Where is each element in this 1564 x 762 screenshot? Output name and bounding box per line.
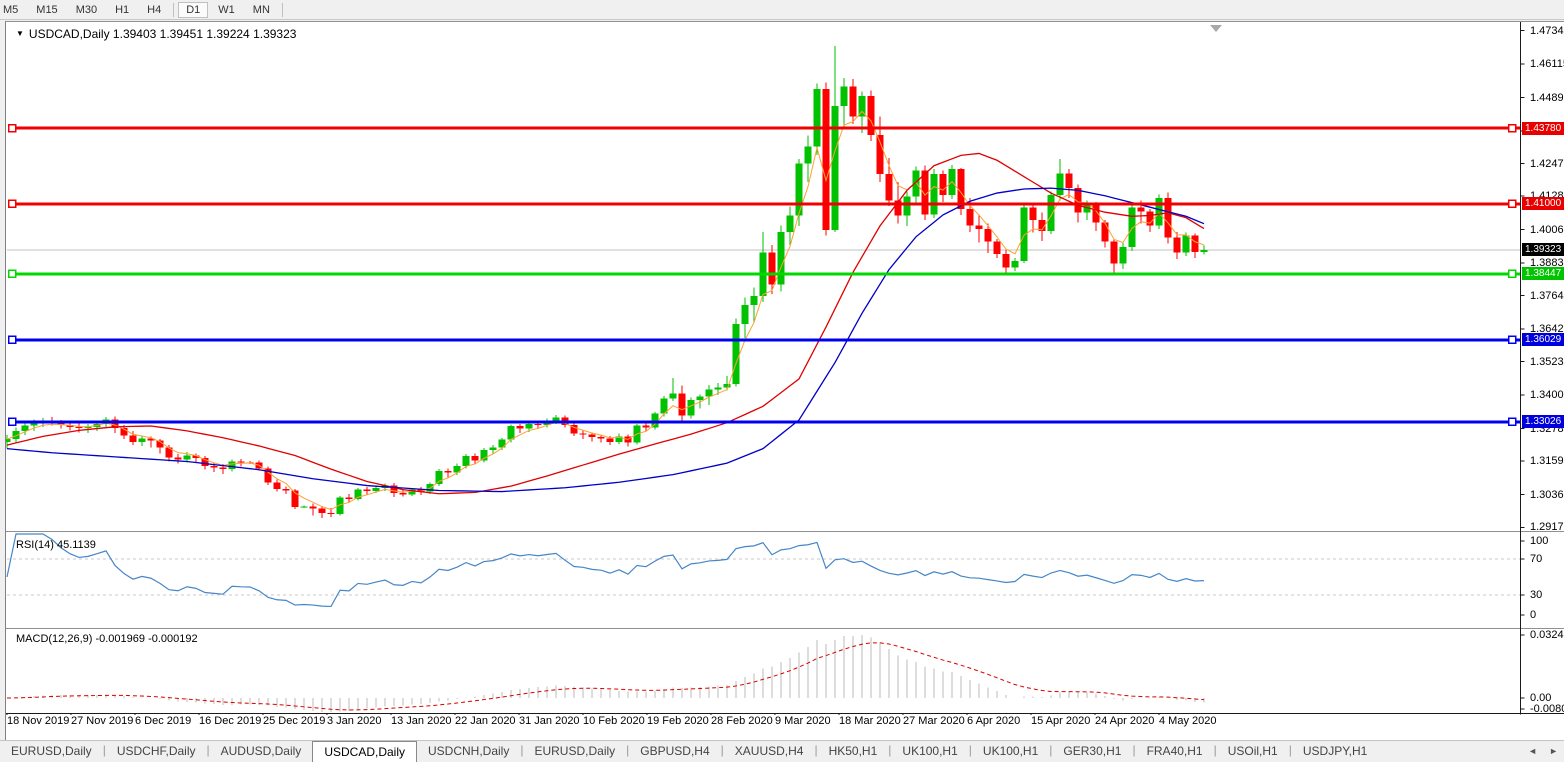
rsi-axis-tick: 30 — [1530, 589, 1542, 601]
tab-uk100-h1[interactable]: UK100,H1 — [891, 741, 968, 762]
tab-gbpusd-h4[interactable]: GBPUSD,H4 — [629, 741, 720, 762]
toolbar-separator — [282, 3, 283, 17]
tab-audusd-daily[interactable]: AUDUSD,Daily — [210, 741, 313, 762]
macd-axis-tick: -0.008086 — [1530, 703, 1564, 715]
price-axis-tick: 1.34005 — [1530, 389, 1564, 401]
toolbar-separator — [173, 3, 174, 17]
tab-usdcad-daily[interactable]: USDCAD,Daily — [312, 741, 417, 762]
date-axis-label: 4 May 2020 — [1159, 715, 1216, 727]
price-badge: 1.43780 — [1522, 122, 1564, 135]
chart-title: ▼ USDCAD,Daily 1.39403 1.39451 1.39224 1.… — [16, 27, 296, 41]
price-axis-tick: 1.44890 — [1530, 92, 1564, 104]
tab-uk100-h1[interactable]: UK100,H1 — [972, 741, 1049, 762]
date-axis-label: 19 Feb 2020 — [647, 715, 709, 727]
date-axis-label: 22 Jan 2020 — [455, 715, 516, 727]
date-axis-label: 18 Mar 2020 — [839, 715, 901, 727]
tab-scroll-left-icon[interactable]: ◄ — [1522, 741, 1543, 762]
chart-tab-bar: EURUSD,Daily|USDCHF,Daily|AUDUSD,DailyUS… — [0, 740, 1564, 762]
price-axis-tick: 1.47340 — [1530, 25, 1564, 37]
date-axis-label: 27 Nov 2019 — [71, 715, 133, 727]
price-badge: 1.39323 — [1522, 243, 1564, 256]
date-axis-label: 13 Jan 2020 — [391, 715, 452, 727]
tab-xauusd-h4[interactable]: XAUUSD,H4 — [724, 741, 815, 762]
timeframe-button-m30[interactable]: M30 — [68, 2, 105, 18]
tab-eurusd-daily[interactable]: EURUSD,Daily — [523, 741, 626, 762]
tab-fra40-h1[interactable]: FRA40,H1 — [1136, 741, 1214, 762]
price-axis-tick: 1.31590 — [1530, 455, 1564, 467]
price-axis-tick: 1.37645 — [1530, 290, 1564, 302]
timeframe-button-m5[interactable]: M5 — [0, 2, 26, 18]
date-axis-label: 10 Feb 2020 — [583, 715, 645, 727]
price-axis-tick: 1.40060 — [1530, 224, 1564, 236]
chart-title-text: USDCAD,Daily 1.39403 1.39451 1.39224 1.3… — [29, 27, 297, 41]
date-axis-label: 18 Nov 2019 — [7, 715, 69, 727]
macd-indicator-label: MACD(12,26,9) -0.001969 -0.000192 — [16, 633, 198, 645]
price-badge: 1.41000 — [1522, 197, 1564, 210]
tab-scroll-right-icon[interactable]: ► — [1543, 741, 1564, 762]
chart-window: ▼ USDCAD,Daily 1.39403 1.39451 1.39224 1.… — [5, 21, 1564, 741]
timeframe-button-mn[interactable]: MN — [245, 2, 278, 18]
date-axis-label: 6 Dec 2019 — [135, 715, 191, 727]
chart-canvas[interactable] — [6, 22, 1564, 741]
date-axis-label: 15 Apr 2020 — [1031, 715, 1090, 727]
chart-shift-marker[interactable] — [1210, 25, 1222, 32]
rsi-axis-tick: 100 — [1530, 535, 1548, 547]
date-axis-label: 6 Apr 2020 — [967, 715, 1020, 727]
rsi-axis-tick: 70 — [1530, 553, 1542, 565]
macd-axis-tick: 0.032493 — [1530, 629, 1564, 641]
tab-usdcnh-daily[interactable]: USDCNH,Daily — [417, 741, 520, 762]
price-axis-tick: 1.42475 — [1530, 158, 1564, 170]
price-badge: 1.36029 — [1522, 333, 1564, 346]
tab-usdchf-daily[interactable]: USDCHF,Daily — [106, 741, 207, 762]
date-axis-label: 27 Mar 2020 — [903, 715, 965, 727]
timeframe-toolbar: M5M15M30H1H4 D1W1MN — [0, 0, 1564, 20]
price-axis-tick: 1.35230 — [1530, 356, 1564, 368]
tab-ger30-h1[interactable]: GER30,H1 — [1052, 741, 1132, 762]
timeframe-button-m15[interactable]: M15 — [28, 2, 65, 18]
price-axis-tick: 1.46115 — [1530, 58, 1564, 70]
date-axis-label: 16 Dec 2019 — [199, 715, 261, 727]
price-badge: 1.38447 — [1522, 267, 1564, 280]
timeframe-button-w1[interactable]: W1 — [210, 2, 243, 18]
timeframe-button-h4[interactable]: H4 — [139, 2, 169, 18]
date-axis-label: 25 Dec 2019 — [263, 715, 325, 727]
date-axis-label: 28 Feb 2020 — [711, 715, 773, 727]
tab-eurusd-daily[interactable]: EURUSD,Daily — [0, 741, 103, 762]
price-axis-tick: 1.30365 — [1530, 489, 1564, 501]
date-axis-label: 3 Jan 2020 — [327, 715, 381, 727]
date-axis: 18 Nov 201927 Nov 20196 Dec 2019 16 Dec 2… — [6, 715, 1564, 739]
trading-app: M5M15M30H1H4 D1W1MN ▼ USDCAD,Daily 1.39403… — [0, 0, 1564, 762]
rsi-axis-tick: 0 — [1530, 609, 1536, 621]
timeframe-button-d1[interactable]: D1 — [178, 2, 208, 18]
rsi-indicator-label: RSI(14) 45.1139 — [16, 539, 96, 551]
price-badge: 1.33026 — [1522, 415, 1564, 428]
tab-hk50-h1[interactable]: HK50,H1 — [818, 741, 889, 762]
symbol-dropdown-icon[interactable]: ▼ — [16, 29, 24, 38]
tab-usoil-h1[interactable]: USOil,H1 — [1217, 741, 1289, 762]
date-axis-label: 9 Mar 2020 — [775, 715, 831, 727]
timeframe-button-h1[interactable]: H1 — [107, 2, 137, 18]
price-axis-tick: 1.29175 — [1530, 521, 1564, 533]
date-axis-label: 24 Apr 2020 — [1095, 715, 1154, 727]
tab-usdjpy-h1[interactable]: USDJPY,H1 — [1292, 741, 1378, 762]
date-axis-label: 31 Jan 2020 — [519, 715, 580, 727]
